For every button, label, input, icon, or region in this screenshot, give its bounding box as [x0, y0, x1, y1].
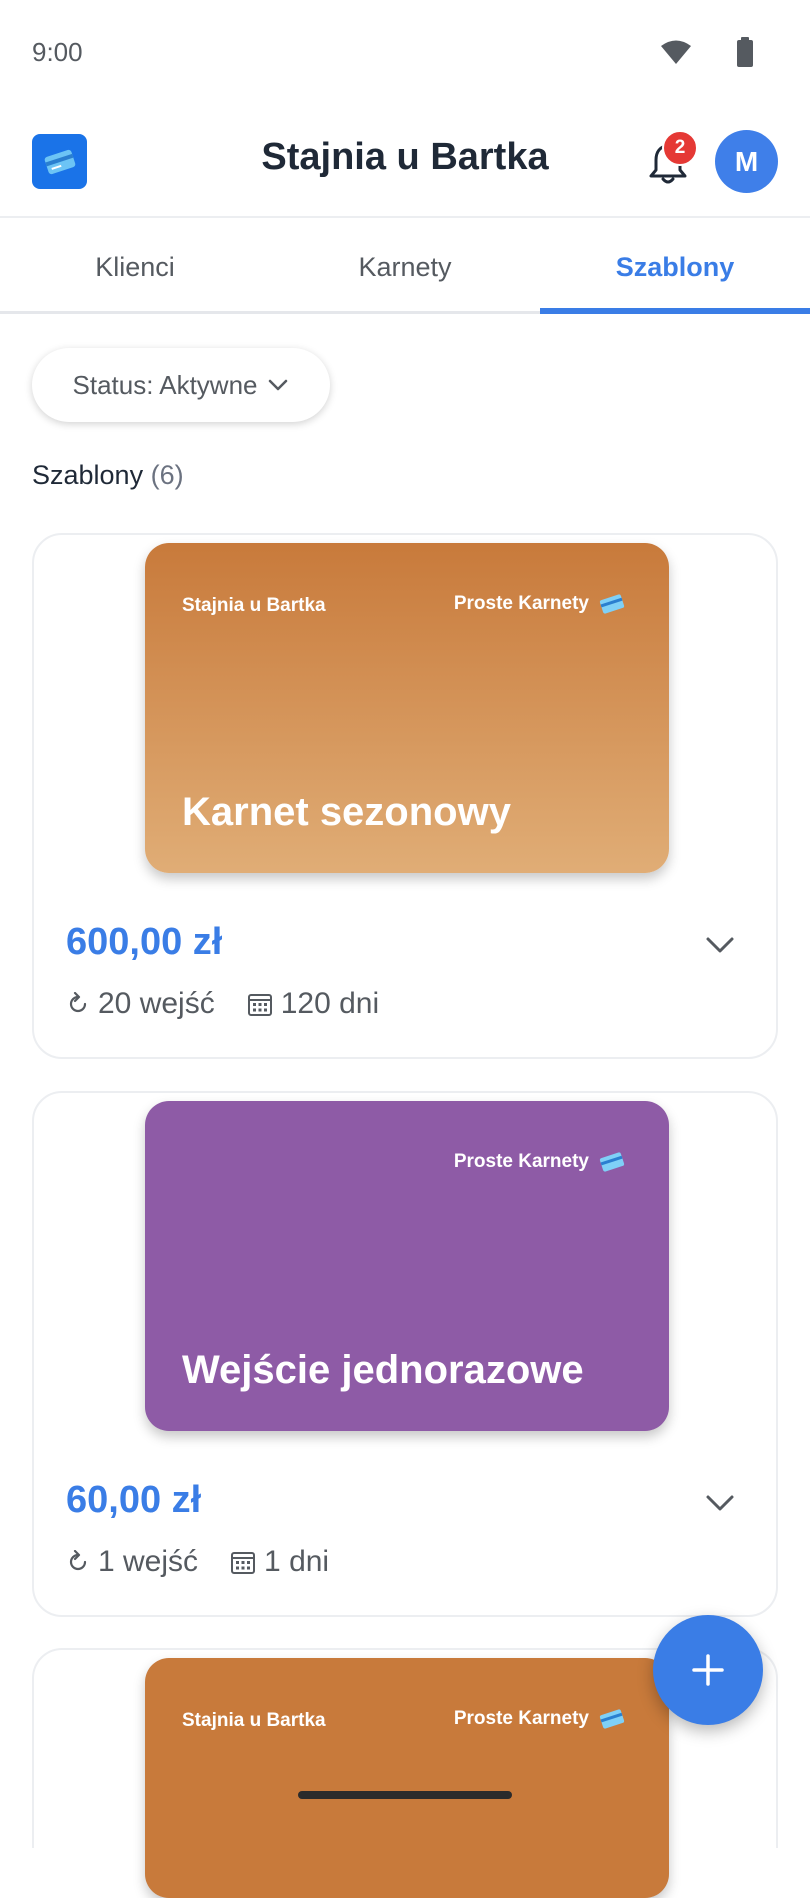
- notification-badge: 2: [662, 130, 698, 166]
- app-header: Stajnia u Bartka 2 M: [0, 104, 810, 218]
- chevron-down-icon: [706, 937, 734, 953]
- tab-szablony[interactable]: Szablony: [540, 218, 810, 314]
- refresh-icon: [69, 1550, 87, 1571]
- wifi-icon: [661, 40, 691, 64]
- pass-card-icon: [599, 594, 625, 614]
- pass-name: Wejście jednorazowe: [182, 1348, 584, 1392]
- pass-provider-label: Proste Karnety: [453, 1151, 589, 1172]
- add-template-button[interactable]: [653, 1615, 763, 1725]
- status-filter-dropdown[interactable]: Status: Aktywne: [32, 348, 330, 422]
- tab-bar: Klienci Karnety Szablony: [0, 218, 810, 314]
- template-price: 600,00 zł: [66, 921, 223, 963]
- status-filter-label: Status: Aktywne: [72, 369, 258, 400]
- pass-preview: Proste Karnety Wejście jednorazowe: [145, 1101, 669, 1431]
- section-title-label: Szablony: [32, 460, 144, 490]
- pass-provider-label: Proste Karnety: [453, 593, 589, 614]
- calendar-icon: [247, 994, 272, 1016]
- tab-klienci[interactable]: Klienci: [0, 218, 270, 311]
- template-card[interactable]: Stajnia u Bartka Proste Karnety Karnet s…: [32, 533, 778, 1059]
- section-count: (6): [150, 460, 184, 490]
- status-icons: [660, 37, 754, 67]
- duration-label: 120 dni: [280, 987, 380, 1020]
- pass-card-icon: [599, 1709, 625, 1729]
- expand-button[interactable]: [700, 1483, 740, 1523]
- refresh-icon: [69, 992, 87, 1013]
- calendar-icon: [231, 1552, 256, 1574]
- template-meta: 1 wejść 1 dni: [66, 1545, 329, 1579]
- pass-provider: Proste Karnety: [454, 593, 625, 615]
- home-indicator[interactable]: [298, 1791, 512, 1799]
- status-bar: 9:00: [0, 0, 810, 104]
- template-card[interactable]: Proste Karnety Wejście jednorazowe 60,00…: [32, 1091, 778, 1617]
- chevron-down-icon: [706, 1495, 734, 1511]
- section-title: Szablony (6): [32, 460, 184, 491]
- battery-icon: [737, 37, 753, 67]
- pass-preview: Stajnia u Bartka Proste Karnety: [145, 1658, 669, 1898]
- entries-info: 20 wejść: [66, 987, 215, 1021]
- entries-label: 20 wejść: [98, 987, 215, 1020]
- duration-info: 1 dni: [230, 1545, 329, 1579]
- expand-button[interactable]: [700, 925, 740, 965]
- pass-provider: Proste Karnety: [454, 1708, 625, 1730]
- tab-karnety[interactable]: Karnety: [270, 218, 540, 311]
- template-meta: 20 wejść 120 dni: [66, 987, 379, 1021]
- pass-provider-label: Proste Karnety: [453, 1708, 589, 1729]
- pass-card-icon: [599, 1152, 625, 1172]
- pass-brand: Stajnia u Bartka: [182, 595, 326, 616]
- status-time: 9:00: [32, 36, 83, 67]
- entries-info: 1 wejść: [66, 1545, 198, 1579]
- pass-brand: Stajnia u Bartka: [182, 1710, 326, 1731]
- pass-name: Karnet sezonowy: [182, 790, 511, 834]
- pass-preview: Stajnia u Bartka Proste Karnety Karnet s…: [145, 543, 669, 873]
- template-price: 60,00 zł: [66, 1479, 202, 1521]
- chevron-down-icon: [269, 379, 288, 391]
- plus-icon: [692, 1654, 724, 1686]
- avatar[interactable]: M: [715, 130, 778, 193]
- entries-label: 1 wejść: [98, 1545, 199, 1578]
- pass-provider: Proste Karnety: [454, 1151, 625, 1173]
- duration-label: 1 dni: [264, 1545, 330, 1578]
- duration-info: 120 dni: [247, 987, 379, 1021]
